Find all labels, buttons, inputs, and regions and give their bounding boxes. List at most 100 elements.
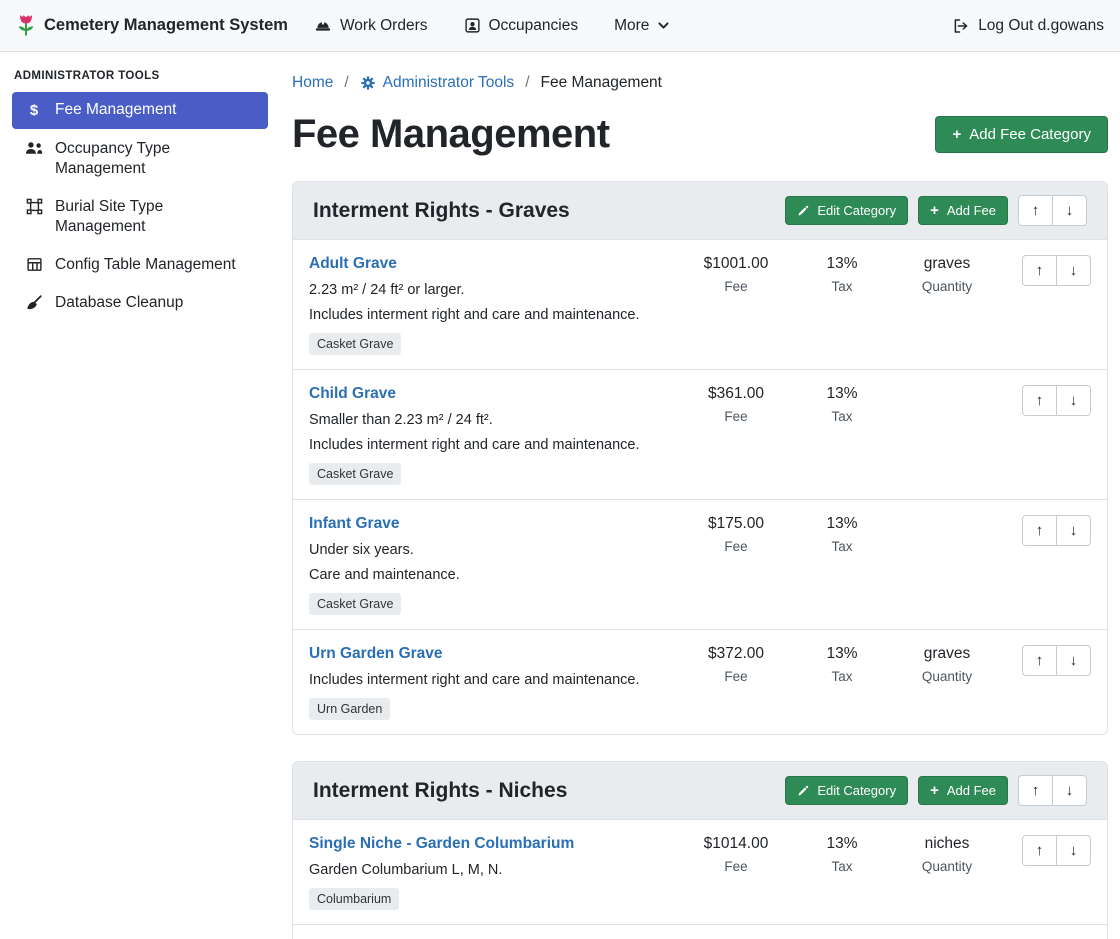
primary-nav: Work Orders Occupancies More xyxy=(314,17,671,35)
fee-quantity-cell: niches Quantity xyxy=(888,835,1006,874)
fee-amount-label: Fee xyxy=(676,539,796,554)
fee-category-card: Interment Rights - Niches Edit Category … xyxy=(292,761,1108,939)
move-category-up-button[interactable]: ↑ xyxy=(1018,195,1053,226)
fee-quantity-value: niches xyxy=(888,835,1006,853)
dollar-icon: $ xyxy=(24,101,44,121)
move-fee-down-button[interactable]: ↓ xyxy=(1056,515,1091,546)
move-category-down-button[interactable]: ↓ xyxy=(1052,775,1087,806)
fee-tax-cell: 13% Tax xyxy=(796,515,888,554)
fee-tag-badge: Columbarium xyxy=(309,888,399,910)
move-fee-up-button[interactable]: ↑ xyxy=(1022,645,1057,676)
move-fee-down-button[interactable]: ↓ xyxy=(1056,835,1091,866)
sidebar-item-label: Database Cleanup xyxy=(55,293,183,313)
category-list: Interment Rights - Graves Edit Category … xyxy=(292,181,1108,939)
fee-reorder-controls: ↑ ↓ xyxy=(1022,645,1091,676)
fee-amount-value: $372.00 xyxy=(676,645,796,663)
fee-row: Urn Garden Grave Includes interment righ… xyxy=(293,629,1107,734)
fee-info: Adult Grave 2.23 m² / 24 ft² or larger. … xyxy=(309,255,676,355)
nav-work-orders-label: Work Orders xyxy=(340,17,428,35)
fee-description-1: Garden Columbarium L, M, N. xyxy=(309,862,670,878)
sidebar-item-burial-site-type-management[interactable]: Burial Site Type Management xyxy=(12,189,268,245)
fee-tag-badge: Casket Grave xyxy=(309,593,401,615)
fee-tag-badge: Casket Grave xyxy=(309,463,401,485)
sidebar-item-database-cleanup[interactable]: Database Cleanup xyxy=(12,285,268,321)
fee-quantity-label: Quantity xyxy=(888,279,1006,294)
app-brand[interactable]: Cemetery Management System xyxy=(16,13,288,39)
fee-name-link[interactable]: Infant Grave xyxy=(309,515,399,533)
edit-category-button[interactable]: Edit Category xyxy=(785,196,908,225)
move-fee-down-button[interactable]: ↓ xyxy=(1056,255,1091,286)
fee-tax-cell: 13% Tax xyxy=(796,255,888,294)
arrow-up-icon: ↑ xyxy=(1036,262,1044,279)
top-navbar: Cemetery Management System Work Orders xyxy=(0,0,1120,52)
fee-amount-cell: $361.00 Fee xyxy=(676,385,796,424)
fee-info: Child Grave Smaller than 2.23 m² / 24 ft… xyxy=(309,385,676,485)
nav-more-label: More xyxy=(614,17,649,35)
fee-amount-cell: $1001.00 Fee xyxy=(676,255,796,294)
sidebar-item-fee-management[interactable]: $ Fee Management xyxy=(12,92,268,129)
main-content: Home / Administrator Tools / Fee Ma xyxy=(280,52,1120,939)
sidebar-item-label: Occupancy Type Management xyxy=(55,139,256,179)
edit-category-button[interactable]: Edit Category xyxy=(785,776,908,805)
fee-tax-value: 13% xyxy=(796,645,888,663)
fee-name-link[interactable]: Urn Garden Grave xyxy=(309,645,443,663)
fee-description-1: Includes interment right and care and ma… xyxy=(309,672,670,688)
logout-icon xyxy=(952,17,970,35)
nav-more[interactable]: More xyxy=(614,17,670,35)
move-fee-up-button[interactable]: ↑ xyxy=(1022,515,1057,546)
plus-icon: + xyxy=(930,783,939,798)
fee-tax-label: Tax xyxy=(796,859,888,874)
sidebar-item-config-table-management[interactable]: Config Table Management xyxy=(12,247,268,283)
add-fee-button[interactable]: + Add Fee xyxy=(918,776,1008,805)
fee-tax-cell: 13% Tax xyxy=(796,645,888,684)
fee-description-1: 2.23 m² / 24 ft² or larger. xyxy=(309,282,670,298)
sidebar-item-occupancy-type-management[interactable]: Occupancy Type Management xyxy=(12,131,268,187)
fee-list: Adult Grave 2.23 m² / 24 ft² or larger. … xyxy=(293,240,1107,734)
add-fee-label: Add Fee xyxy=(947,203,996,218)
move-fee-down-button[interactable]: ↓ xyxy=(1056,645,1091,676)
breadcrumb-admin-tools-link[interactable]: Administrator Tools xyxy=(360,74,515,92)
nav-occupancies[interactable]: Occupancies xyxy=(464,17,579,35)
move-fee-up-button[interactable]: ↑ xyxy=(1022,835,1057,866)
gear-icon xyxy=(360,75,376,91)
breadcrumb: Home / Administrator Tools / Fee Ma xyxy=(292,74,1108,92)
arrow-up-icon: ↑ xyxy=(1036,652,1044,669)
logout-link[interactable]: Log Out d.gowans xyxy=(952,17,1104,35)
fee-tax-cell: 13% Tax xyxy=(796,835,888,874)
move-fee-up-button[interactable]: ↑ xyxy=(1022,255,1057,286)
add-fee-label: Add Fee xyxy=(947,783,996,798)
add-fee-button[interactable]: + Add Fee xyxy=(918,196,1008,225)
nav-work-orders[interactable]: Work Orders xyxy=(314,17,428,35)
occupant-frame-icon xyxy=(464,17,481,34)
add-fee-category-button[interactable]: + Add Fee Category xyxy=(935,116,1108,153)
arrow-up-icon: ↑ xyxy=(1032,202,1040,219)
chevron-down-icon xyxy=(657,19,670,32)
sidebar-item-label: Config Table Management xyxy=(55,255,236,275)
arrow-down-icon: ↓ xyxy=(1066,782,1074,799)
fee-amount-value: $175.00 xyxy=(676,515,796,533)
breadcrumb-admin-tools-label: Administrator Tools xyxy=(383,74,515,92)
plus-icon: + xyxy=(952,127,961,142)
fee-quantity-label: Quantity xyxy=(888,859,1006,874)
fee-tax-label: Tax xyxy=(796,409,888,424)
breadcrumb-home-link[interactable]: Home xyxy=(292,74,333,92)
fee-description-1: Smaller than 2.23 m² / 24 ft². xyxy=(309,412,670,428)
category-reorder-controls: ↑ ↓ xyxy=(1018,195,1087,226)
fee-name-link[interactable]: Single Niche - Garden Columbarium xyxy=(309,835,574,853)
fee-tax-value: 13% xyxy=(796,515,888,533)
move-fee-up-button[interactable]: ↑ xyxy=(1022,385,1057,416)
plus-icon: + xyxy=(930,203,939,218)
fee-row: Companion Niche - Garden Columbarium Gar… xyxy=(293,924,1107,939)
category-title: Interment Rights - Niches xyxy=(313,779,567,803)
fee-name-link[interactable]: Adult Grave xyxy=(309,255,397,273)
fee-reorder-controls: ↑ ↓ xyxy=(1022,835,1091,866)
sidebar-heading: ADMINISTRATOR TOOLS xyxy=(14,70,264,82)
move-category-up-button[interactable]: ↑ xyxy=(1018,775,1053,806)
tulip-logo-icon xyxy=(16,13,36,39)
fee-name-link[interactable]: Child Grave xyxy=(309,385,396,403)
move-category-down-button[interactable]: ↓ xyxy=(1052,195,1087,226)
move-fee-down-button[interactable]: ↓ xyxy=(1056,385,1091,416)
fee-amount-label: Fee xyxy=(676,669,796,684)
page-title: Fee Management xyxy=(292,112,610,157)
category-actions: Edit Category + Add Fee ↑ ↓ xyxy=(785,775,1087,806)
